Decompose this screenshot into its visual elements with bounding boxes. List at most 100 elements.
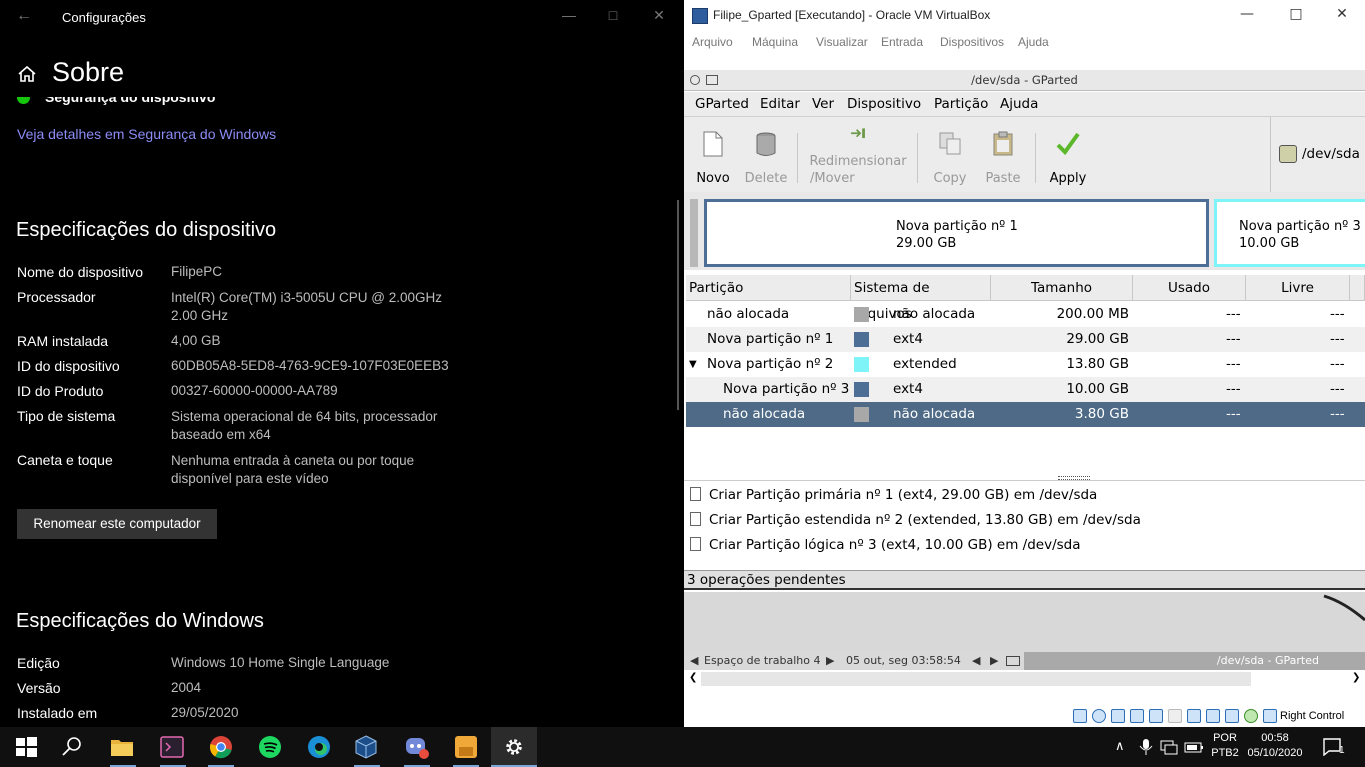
- col-header-free[interactable]: Livre: [1246, 275, 1350, 301]
- audio-icon[interactable]: [1111, 709, 1125, 723]
- operation-item[interactable]: Criar Partição estendida nº 2 (extended,…: [690, 508, 1141, 533]
- table-row[interactable]: Nova partição nº 1 ext4 29.00 GB --- ---: [686, 327, 1365, 352]
- terminal-icon[interactable]: [706, 75, 718, 85]
- delete-button[interactable]: Delete: [742, 117, 790, 193]
- discord-icon[interactable]: [405, 735, 429, 759]
- row-size: 200.00 MB: [1056, 306, 1129, 322]
- network-icon[interactable]: [1160, 738, 1178, 756]
- vbox-menu-maquina[interactable]: Máquina: [752, 35, 798, 49]
- cpu-icon[interactable]: [1225, 709, 1239, 723]
- workspace-label[interactable]: Espaço de trabalho 4: [704, 652, 820, 670]
- device-label: /dev/sda: [1302, 146, 1360, 162]
- spotify-icon[interactable]: [258, 735, 282, 759]
- virtualbox-app-icon[interactable]: [354, 735, 378, 759]
- spec-label: Versão: [17, 680, 61, 696]
- microphone-icon[interactable]: [1138, 738, 1154, 756]
- task-window-icon: [1006, 656, 1020, 666]
- spec-label: Processador: [17, 289, 96, 305]
- vbox-menu-entrada[interactable]: Entrada: [881, 35, 923, 49]
- gp-menu-particao[interactable]: Partição: [934, 96, 988, 112]
- operation-item[interactable]: Criar Partição primária nº 1 (ext4, 29.0…: [690, 483, 1097, 508]
- gp-menu-gparted[interactable]: GParted: [695, 96, 749, 112]
- resize-move-button[interactable]: Redimensionar /Mover: [804, 117, 912, 193]
- gimp-icon[interactable]: [454, 735, 478, 759]
- shared-folders-icon[interactable]: [1168, 709, 1182, 723]
- optical-drive-icon[interactable]: [1092, 709, 1106, 723]
- clock-time: 00:58: [1261, 732, 1289, 744]
- row-free: ---: [1330, 381, 1345, 397]
- toolbar-separator: [917, 133, 918, 183]
- copy-button[interactable]: Copy: [928, 117, 972, 193]
- resize-label: Redimensionar: [809, 154, 907, 169]
- search-icon[interactable]: [60, 735, 84, 759]
- network-icon[interactable]: [1130, 709, 1144, 723]
- next-task-icon[interactable]: ▶: [990, 652, 998, 670]
- clock[interactable]: 00:58 05/10/2020: [1240, 732, 1310, 759]
- col-header-partition[interactable]: Partição: [686, 275, 851, 301]
- table-row[interactable]: ▼ Nova partição nº 2 extended 13.80 GB -…: [686, 352, 1365, 377]
- gp-menu-dispositivo[interactable]: Dispositivo: [847, 96, 921, 112]
- vbox-menu-visualizar[interactable]: Visualizar: [816, 35, 868, 49]
- file-explorer-icon[interactable]: [110, 735, 134, 759]
- pane-resize-handle[interactable]: [1058, 476, 1090, 480]
- partition-block-extended[interactable]: Nova partição nº 3 10.00 GB: [1214, 199, 1365, 267]
- expander-triangle-icon[interactable]: ▼: [689, 352, 697, 377]
- table-row[interactable]: não alocada não alocada 200.00 MB --- --…: [686, 302, 1365, 327]
- col-header-size[interactable]: Tamanho: [991, 275, 1133, 301]
- col-header-filesystem[interactable]: Sistema de arquivos: [851, 275, 991, 322]
- prev-task-icon[interactable]: ◀: [972, 652, 980, 670]
- next-workspace-icon[interactable]: ▶: [826, 652, 834, 670]
- terminal-app-icon[interactable]: [160, 735, 184, 759]
- display-icon[interactable]: [1187, 709, 1201, 723]
- spec-label: ID do Produto: [17, 383, 104, 399]
- table-row-selected[interactable]: não alocada não alocada 3.80 GB --- ---: [686, 402, 1365, 427]
- mouse-integration-icon[interactable]: [1263, 709, 1277, 723]
- hard-disk-icon[interactable]: [1073, 709, 1087, 723]
- guest-clock: 05 out, seg 03:58:54: [846, 654, 961, 667]
- move-label: /Mover: [810, 171, 855, 186]
- window-menu-icon[interactable]: [690, 75, 700, 85]
- edge-icon[interactable]: [307, 735, 331, 759]
- unallocated-block[interactable]: [690, 199, 698, 267]
- usb-icon[interactable]: [1149, 709, 1163, 723]
- start-windows-icon[interactable]: [14, 735, 38, 759]
- paste-button[interactable]: Paste: [981, 117, 1025, 193]
- scroll-thumb[interactable]: [701, 672, 1251, 686]
- security-details-link[interactable]: Veja detalhes em Segurança do Windows: [17, 126, 276, 142]
- guest-task-button[interactable]: /dev/sda - GParted: [1024, 652, 1365, 670]
- language-indicator[interactable]: POR PTB2: [1208, 732, 1242, 759]
- operation-item[interactable]: Criar Partição lógica nº 3 (ext4, 10.00 …: [690, 533, 1081, 558]
- table-row[interactable]: Nova partição nº 3 ext4 10.00 GB --- ---: [686, 377, 1365, 402]
- prev-workspace-icon[interactable]: ◀: [690, 652, 698, 670]
- spec-value: 00327-60000-00000-AA789: [171, 383, 338, 398]
- settings-taskbar-active[interactable]: [491, 727, 537, 767]
- vbox-close-icon[interactable]: ✕: [1332, 6, 1352, 22]
- gp-menu-ver[interactable]: Ver: [812, 96, 834, 112]
- row-size: 3.80 GB: [1074, 406, 1129, 422]
- vbox-menu-dispositivos[interactable]: Dispositivos: [940, 35, 1004, 49]
- vbox-menu-ajuda[interactable]: Ajuda: [1018, 35, 1049, 49]
- apply-button[interactable]: Apply: [1044, 117, 1092, 193]
- gp-menu-ajuda[interactable]: Ajuda: [1000, 96, 1038, 112]
- recording-icon[interactable]: [1206, 709, 1220, 723]
- vbox-menu-arquivo[interactable]: Arquivo: [692, 35, 733, 49]
- partition-block-1[interactable]: Nova partição nº 1 29.00 GB: [704, 199, 1209, 267]
- device-selector[interactable]: /dev/sda: [1270, 117, 1365, 192]
- vbox-minimize-icon[interactable]: —: [1237, 6, 1257, 22]
- vbox-horizontal-scrollbar[interactable]: ❮ ❯: [684, 670, 1365, 690]
- home-icon[interactable]: [17, 64, 37, 84]
- col-header-used[interactable]: Usado: [1133, 275, 1246, 301]
- fs-color-swatch: [854, 382, 869, 397]
- scroll-left-icon[interactable]: ❮: [689, 672, 697, 683]
- new-button[interactable]: Novo: [692, 117, 734, 193]
- virtualization-icon[interactable]: [1244, 709, 1258, 723]
- settings-scrollbar[interactable]: [677, 200, 679, 410]
- new-document-icon: [703, 131, 723, 157]
- battery-icon[interactable]: [1184, 739, 1204, 755]
- chrome-icon[interactable]: [209, 735, 233, 759]
- scroll-right-icon[interactable]: ❯: [1352, 672, 1360, 683]
- rename-computer-button[interactable]: Renomear este computador: [17, 509, 217, 539]
- vbox-maximize-icon[interactable]: □: [1286, 6, 1306, 22]
- tray-chevron-icon[interactable]: ∧: [1115, 738, 1125, 754]
- gp-menu-editar[interactable]: Editar: [760, 96, 800, 112]
